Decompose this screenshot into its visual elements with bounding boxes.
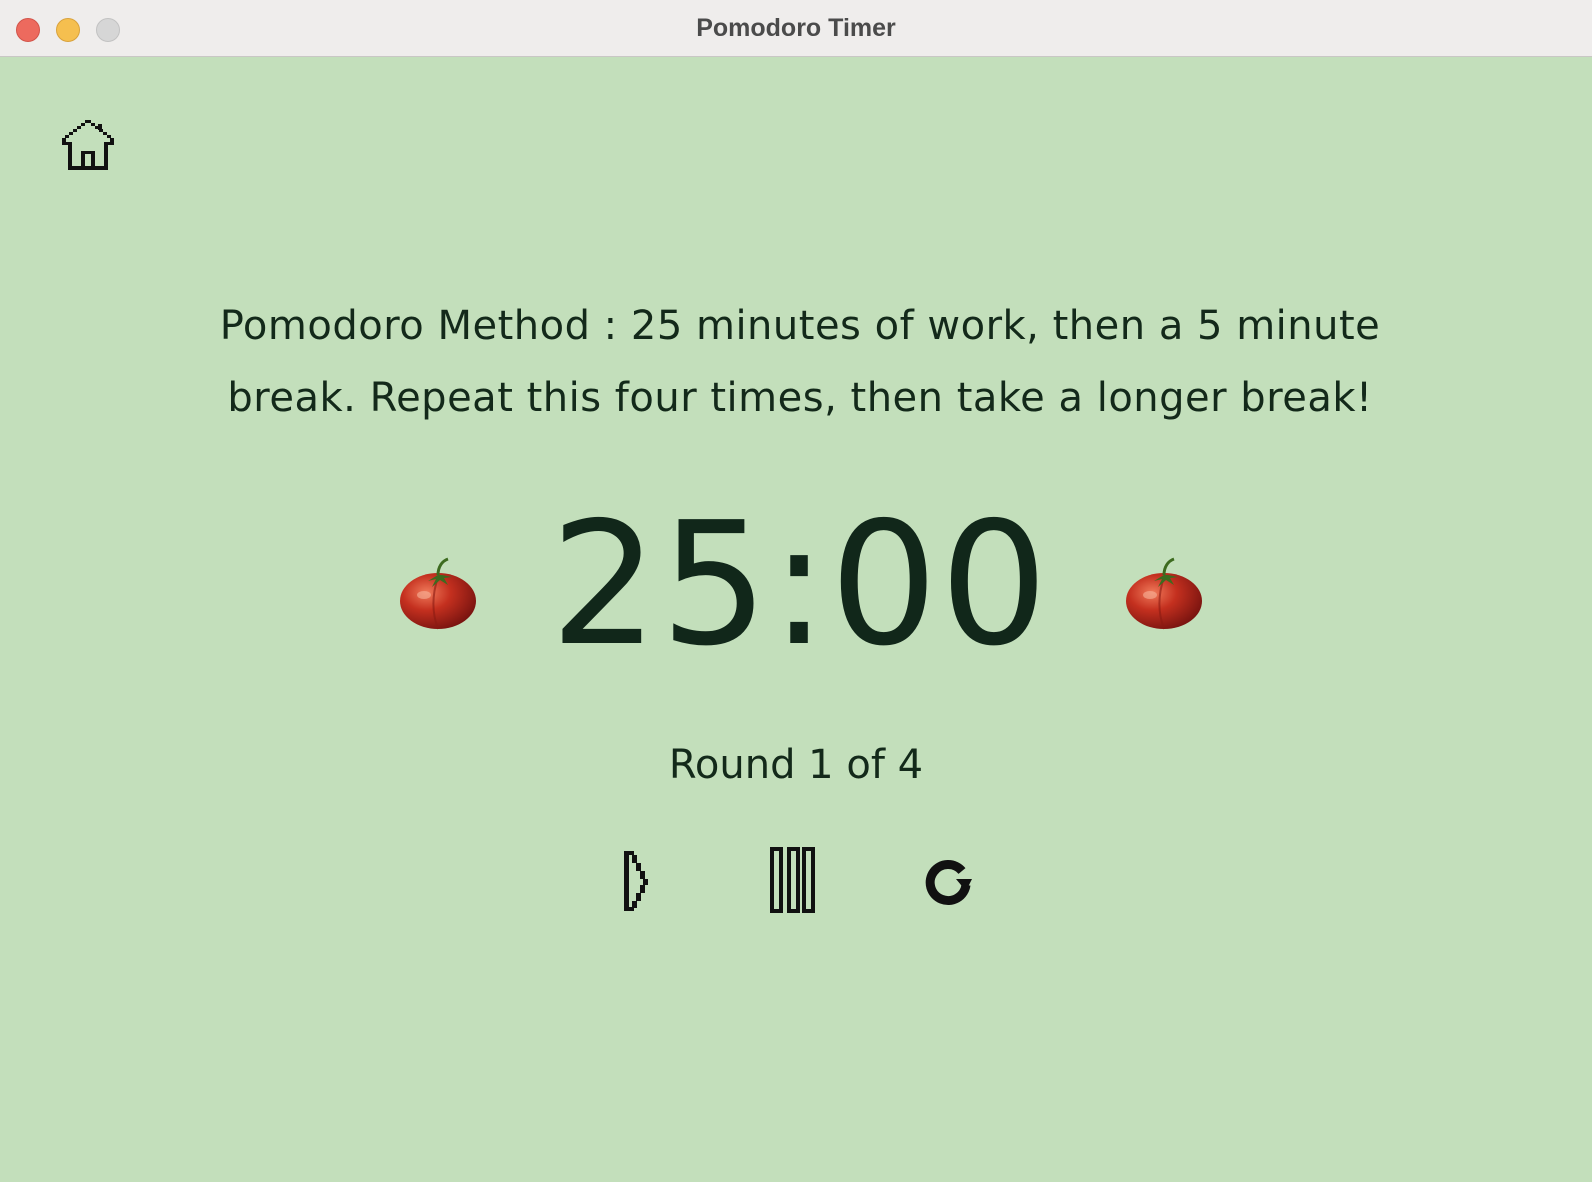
reset-button[interactable] bbox=[922, 845, 982, 915]
tomato-icon bbox=[400, 557, 476, 630]
app-window: Pomodoro Timer Pomodoro Method: 25 minu… bbox=[0, 0, 1592, 1182]
reset-icon bbox=[925, 860, 972, 905]
round-indicator: Round 1 of 4 bbox=[668, 742, 924, 788]
pause-icon bbox=[770, 847, 815, 913]
timer-row: 25:00 bbox=[0, 495, 1592, 675]
method-description: Pomodoro Method : 25 minutes of work, th… bbox=[219, 303, 1381, 421]
title-bar: Pomodoro Timer bbox=[0, 0, 1592, 57]
home-icon bbox=[62, 120, 114, 170]
timer-display: 25:00 bbox=[550, 486, 1050, 684]
play-icon bbox=[624, 851, 648, 911]
play-button[interactable] bbox=[616, 845, 676, 915]
tomato-icon bbox=[1126, 557, 1202, 630]
pause-button[interactable] bbox=[770, 845, 830, 915]
window-title: Pomodoro Timer bbox=[696, 14, 896, 42]
home-button[interactable] bbox=[60, 118, 116, 174]
